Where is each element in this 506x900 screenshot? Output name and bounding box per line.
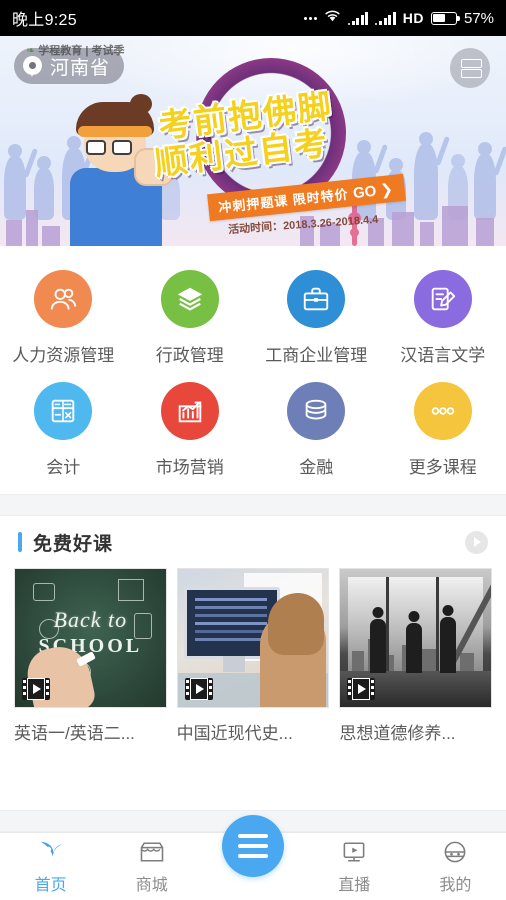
status-time: 晚上9:25 [12,12,77,29]
menu-button[interactable] [222,815,284,877]
course-card[interactable]: Back to SCHOOL 英语一/英语二... [14,568,167,744]
video-film-icon [22,678,50,700]
map-pin-icon [22,55,43,77]
category-item-hr[interactable]: 人力资源管理 [0,260,127,372]
briefcase-icon [304,287,329,311]
video-film-icon [347,678,376,700]
category-item-more[interactable]: 更多课程 [380,372,506,484]
more-dots-icon [431,407,454,415]
category-label: 市场营销 [155,458,224,477]
category-item-admin[interactable]: 行政管理 [127,260,254,372]
category-icon-circle [160,382,219,440]
category-row-1: 人力资源管理 行政管理 工商企业管理 汉语言文学 [0,260,506,372]
calculator-icon [52,399,75,423]
nav-label: 商城 [135,876,168,894]
course-card-list: Back to SCHOOL 英语一/英语二... 中国近现代史... 思想道德… [0,568,506,744]
shop-icon [138,839,166,865]
content-spacer [0,744,506,810]
category-item-accounting[interactable]: 会计 [0,372,127,484]
section-divider [0,494,506,516]
free-courses-header: 免费好课 [0,516,506,568]
banner-headline: 考前抱佛脚 顺利过自考 [153,87,418,182]
ribbon-cta: GO ❯ [352,180,394,203]
category-row-2: 会计 市场营销 金融 更多课程 [0,372,506,484]
section-accent-bar [18,532,22,552]
people-icon [51,288,77,310]
chevron-right-icon [474,537,481,547]
chart-growth-icon [178,401,201,423]
nav-label: 直播 [338,876,371,894]
window-mullion [386,577,390,673]
nav-item-shop[interactable]: 商城 [101,839,202,895]
status-indicators: HD 57% [303,9,494,27]
category-label: 金融 [299,458,334,477]
category-icon-circle [34,270,93,328]
category-item-finance[interactable]: 金融 [253,372,380,484]
course-title: 中国近现代史... [176,724,293,743]
person-silhouette [440,617,457,673]
bottom-navigation: 首页 商城 直播 我的 [0,815,506,900]
category-icon-circle [287,382,346,440]
category-label: 人力资源管理 [12,346,115,365]
battery-percent: 57% [463,9,494,27]
hd-icon: HD [402,10,424,26]
battery-icon [430,11,460,25]
category-icon-circle [287,270,346,328]
menu-hamburger-icon [238,834,268,838]
course-thumbnail: Back to SCHOOL [14,568,167,708]
person-silhouette [406,623,423,673]
nav-item-home[interactable]: 首页 [0,839,101,895]
status-bar: 晚上9:25 HD 57% [0,0,506,36]
category-label: 工商企业管理 [265,346,368,365]
category-label: 行政管理 [155,346,224,365]
view-more-button[interactable] [465,530,488,554]
course-thumbnail [176,568,330,708]
scan-icon [460,58,482,78]
category-label: 汉语言文学 [400,346,486,365]
more-dots-icon [303,16,317,20]
scan-button[interactable] [450,48,490,88]
coins-icon [305,399,327,420]
app-screen: 晚上9:25 HD 57% 考前抱佛脚 顺利过自考 冲刺押题课 限时特价 GO … [0,0,506,900]
nav-label: 我的 [439,876,472,894]
location-label: 河南省 [50,57,111,79]
home-star-icon [37,839,65,865]
chalk-text-line1: Back to [53,607,128,632]
category-label: 会计 [46,458,81,477]
signal-icon [347,11,369,25]
nav-label: 首页 [34,876,67,894]
person-silhouette [370,619,387,673]
signal-icon [375,11,396,25]
window-mullion [436,577,440,673]
category-icon-circle [160,270,219,328]
category-label: 更多课程 [408,458,477,477]
category-item-chinese[interactable]: 汉语言文学 [380,260,506,372]
course-title: 思想道德修养... [339,724,456,743]
location-selector[interactable]: 河南省 [14,48,125,84]
live-play-icon [340,839,368,865]
note-edit-icon [431,287,455,311]
course-title: 英语一/英语二... [14,724,135,743]
category-grid: 人力资源管理 行政管理 工商企业管理 汉语言文学 会计 市场营销 金融 更多课程 [0,246,506,494]
layers-icon [177,287,202,311]
course-card[interactable]: 中国近现代史... [176,568,330,744]
section-title: 免费好课 [33,533,114,555]
course-card[interactable]: 思想道德修养... [339,568,493,744]
profile-face-icon [441,839,469,865]
promo-banner[interactable]: 考前抱佛脚 顺利过自考 冲刺押题课 限时特价 GO ❯ 活动时间：2018.3.… [0,36,506,246]
wifi-icon [324,9,341,27]
nav-item-profile[interactable]: 我的 [405,839,506,895]
category-icon-circle [34,382,93,440]
person-hair [268,593,325,655]
category-icon-circle [413,382,472,440]
category-item-marketing[interactable]: 市场营销 [127,372,254,484]
nav-item-live[interactable]: 直播 [304,839,405,895]
category-icon-circle [413,270,472,328]
course-thumbnail [339,568,493,708]
category-item-business[interactable]: 工商企业管理 [253,260,380,372]
video-film-icon [184,678,213,700]
